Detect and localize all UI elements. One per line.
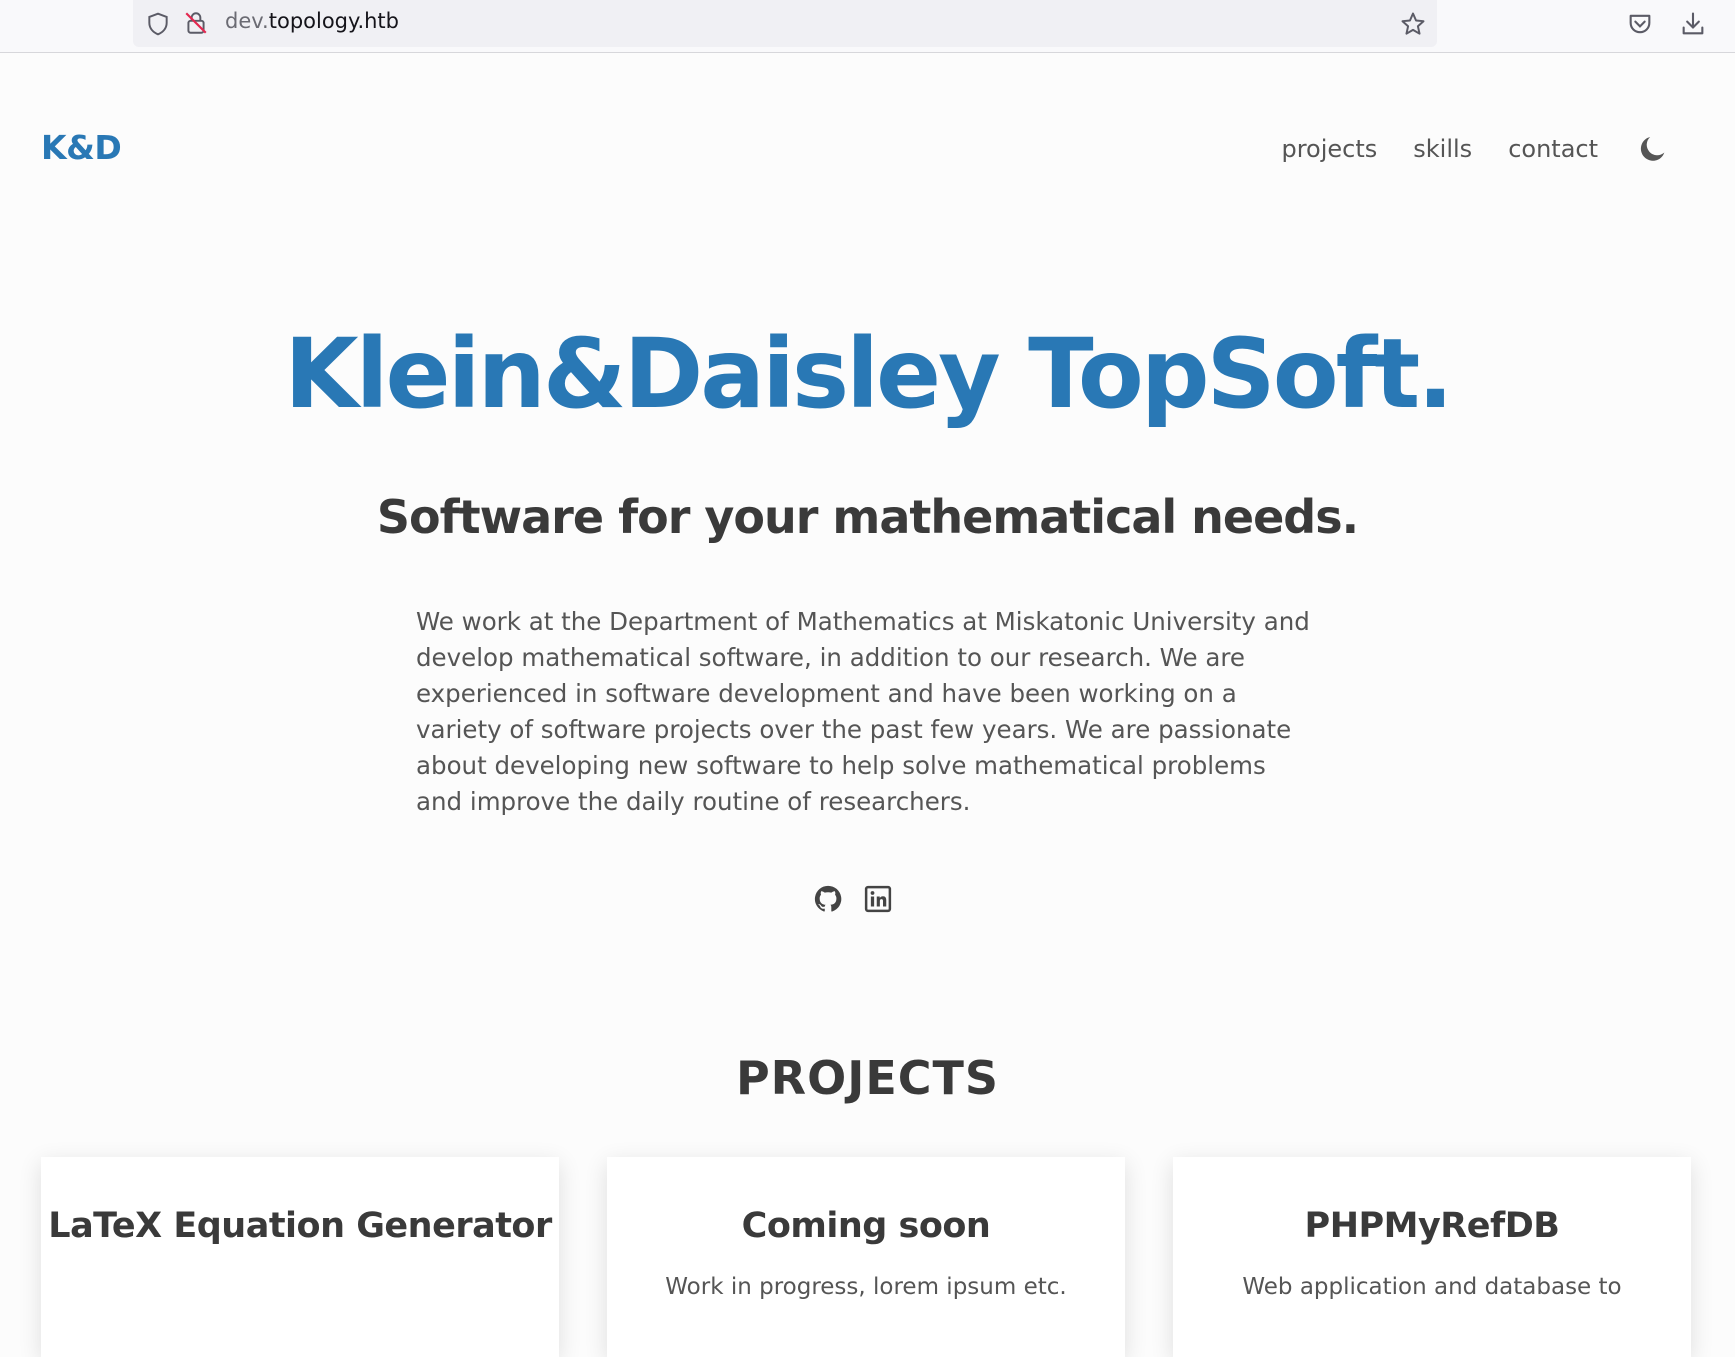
nav-link-projects[interactable]: projects [1281,135,1377,163]
pocket-icon[interactable] [1626,10,1654,38]
hero-title: Klein&Daisley TopSoft. [284,318,1454,430]
star-icon[interactable] [1399,10,1427,38]
project-card[interactable]: PHPMyRefDB Web application and database … [1173,1157,1691,1357]
project-card-title: Coming soon [741,1206,991,1246]
social-links [813,884,893,914]
github-icon[interactable] [813,884,843,914]
address-bar[interactable]: dev.topology.htb [133,0,1437,47]
url-subdomain: dev. [225,9,269,33]
hero-subtitle: Software for your mathematical needs. [376,490,1359,544]
site-logo[interactable]: K&D [41,128,122,167]
insecure-lock-icon[interactable] [183,10,209,36]
browser-toolbar: dev.topology.htb [0,0,1735,53]
nav-link-skills[interactable]: skills [1413,135,1472,163]
project-card-title: PHPMyRefDB [1304,1206,1560,1246]
url-text[interactable]: dev.topology.htb [225,9,399,33]
moon-icon[interactable] [1636,132,1670,166]
project-card-title: LaTeX Equation Generator [48,1206,552,1246]
projects-heading: PROJECTS [735,1051,1000,1105]
about-text: We work at the Department of Mathematics… [416,607,1310,816]
url-domain: topology.htb [268,9,399,33]
project-card[interactable]: LaTeX Equation Generator [41,1157,559,1357]
project-card[interactable]: Coming soon Work in progress, lorem ipsu… [607,1157,1125,1357]
linkedin-icon[interactable] [863,884,893,914]
nav-link-contact[interactable]: contact [1508,135,1598,163]
project-card-desc: Web application and database to [1242,1274,1622,1300]
download-icon[interactable] [1679,10,1707,38]
project-card-desc: Work in progress, lorem ipsum etc. [665,1274,1067,1300]
shield-icon[interactable] [145,11,171,37]
main-nav: projects skills contact [1281,132,1670,166]
